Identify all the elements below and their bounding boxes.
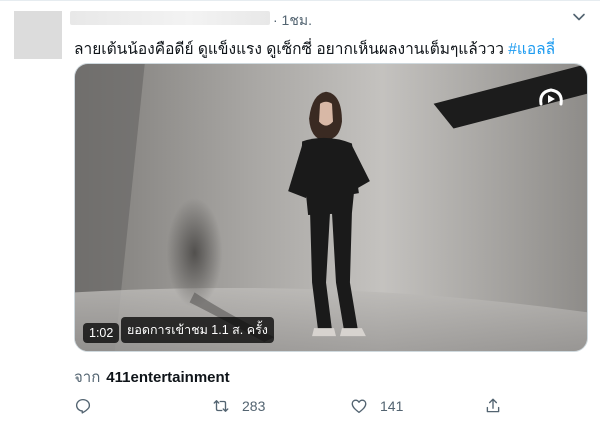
- tweet-card: · 1ชม. ลายเต้นน้องคือดีย์ ดูแข็งแรง ดูเซ…: [0, 0, 600, 425]
- tweet-body: ลายเต้นน้องคือดีย์ ดูแข็งแรง ดูเซ็กซี่ อ…: [74, 41, 509, 58]
- video-duration-badge: 1:02: [83, 323, 120, 343]
- video-frame: [75, 64, 587, 351]
- tweet-text: ลายเต้นน้องคือดีย์ ดูแข็งแรง ดูเซ็กซี่ อ…: [74, 36, 555, 61]
- chevron-down-icon[interactable]: [571, 9, 587, 25]
- like-button[interactable]: 141: [350, 397, 403, 415]
- source-name-link[interactable]: 411entertainment: [106, 369, 229, 386]
- video-views-badge: ยอดการเข้าชม 1.1 ส. ครั้ง: [121, 317, 274, 343]
- tweet-timestamp[interactable]: · 1ชม.: [273, 10, 312, 32]
- retweet-button[interactable]: 283: [212, 397, 265, 415]
- like-count: 141: [380, 398, 404, 414]
- retweet-count: 283: [242, 398, 266, 414]
- reply-icon: [75, 398, 91, 414]
- video-player[interactable]: 1:02 ยอดการเข้าชม 1.1 ส. ครั้ง: [74, 63, 588, 352]
- tweet-actions-bar: 283 141: [74, 397, 514, 421]
- hashtag-link[interactable]: #แอลลี่: [508, 41, 555, 58]
- channel-logo-icon: [539, 88, 563, 106]
- author-name-redacted: [70, 11, 270, 25]
- avatar[interactable]: [14, 11, 62, 59]
- reply-button[interactable]: [74, 397, 104, 415]
- share-button[interactable]: [484, 397, 514, 415]
- heart-icon: [351, 399, 367, 414]
- source-prefix: จาก: [74, 369, 101, 386]
- retweet-icon: [213, 400, 229, 412]
- video-source: จาก 411entertainment: [74, 365, 230, 389]
- share-icon: [486, 398, 500, 413]
